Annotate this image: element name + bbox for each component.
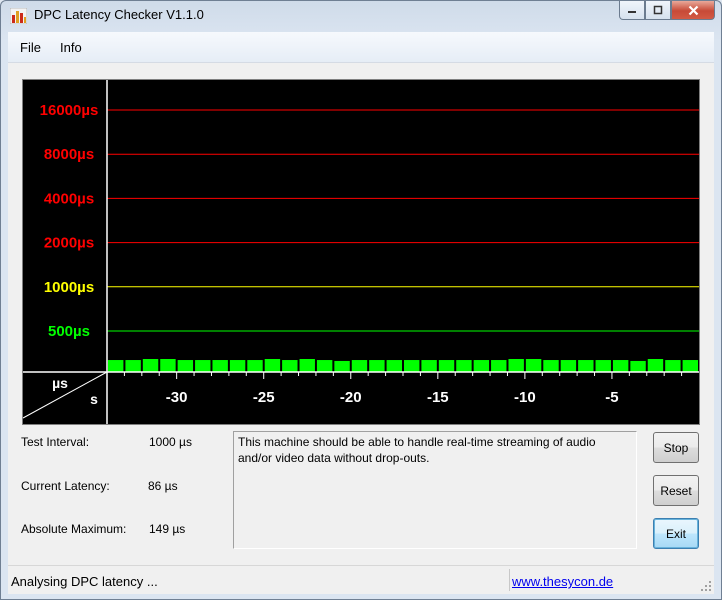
restore-icon xyxy=(653,5,663,15)
latency-bar xyxy=(229,360,246,372)
resize-grip-icon[interactable] xyxy=(700,580,712,592)
status-text: Analysing DPC latency ... xyxy=(11,574,158,589)
absolute-maximum-label: Absolute Maximum: xyxy=(21,522,127,536)
reset-button[interactable]: Reset xyxy=(653,475,699,506)
latency-bar xyxy=(195,360,211,372)
minimize-button[interactable] xyxy=(619,1,645,20)
latency-bar xyxy=(665,360,681,372)
y-level-label: 16000µs xyxy=(40,102,99,119)
latency-bar xyxy=(282,360,298,372)
latency-bar xyxy=(316,360,333,372)
latency-bar xyxy=(508,359,524,372)
y-unit-label: µs xyxy=(52,375,68,391)
menu-file[interactable]: File xyxy=(20,40,41,55)
latency-bar xyxy=(543,360,559,372)
x-tick-label: -15 xyxy=(427,389,449,406)
latency-bar xyxy=(160,359,176,372)
latency-bar xyxy=(125,360,141,372)
latency-bar xyxy=(473,360,490,372)
menu-bar: File Info xyxy=(8,32,714,63)
latency-bar xyxy=(438,360,455,372)
status-message-box: This machine should be able to handle re… xyxy=(233,431,637,549)
latency-bar xyxy=(595,360,611,372)
y-level-label: 4000µs xyxy=(44,190,94,207)
latency-bar xyxy=(525,359,542,372)
latency-bar xyxy=(142,359,159,372)
latency-bar xyxy=(421,360,437,372)
stop-button[interactable]: Stop xyxy=(653,432,699,463)
latency-bar xyxy=(491,360,507,372)
current-latency-label: Current Latency: xyxy=(21,479,110,493)
caption-buttons xyxy=(619,1,715,21)
menu-info[interactable]: Info xyxy=(60,40,82,55)
latency-bar xyxy=(682,360,698,372)
current-latency-value: 86 µs xyxy=(148,479,178,493)
latency-bar xyxy=(177,360,194,372)
x-tick-label: -30 xyxy=(166,389,188,406)
latency-bar xyxy=(299,359,315,372)
latency-graph-canvas: 16000µs 8000µs 4000µs 2000µs 1000µs 500µs -30 -… xyxy=(23,80,699,424)
latency-bar xyxy=(264,359,281,372)
latency-bar xyxy=(630,360,646,372)
latency-bar xyxy=(334,360,350,372)
title-bar[interactable]: DPC Latency Checker V1.1.0 xyxy=(1,1,721,31)
client-area: File Info 16000µs 8000µs 4000µs 2000µs 1000µ… xyxy=(8,32,714,594)
latency-bar xyxy=(647,359,664,372)
y-level-label: 2000µs xyxy=(44,235,94,252)
latency-bar xyxy=(247,360,263,372)
latency-bar xyxy=(212,360,228,372)
x-tick-label: -20 xyxy=(340,389,362,406)
x-tick-label: -5 xyxy=(605,389,618,406)
latency-bar xyxy=(386,360,402,372)
y-level-label: 8000µs xyxy=(44,146,94,163)
minimize-icon xyxy=(628,11,636,13)
latency-bar xyxy=(612,360,629,372)
status-message: This machine should be able to handle re… xyxy=(238,435,596,465)
latency-bar xyxy=(369,360,385,372)
latency-bar xyxy=(108,360,124,372)
x-tick-label: -10 xyxy=(514,389,536,406)
latency-graph: 16000µs 8000µs 4000µs 2000µs 1000µs 500µs -30 -… xyxy=(22,79,700,425)
exit-button[interactable]: Exit xyxy=(653,518,699,549)
y-level-label: 1000µs xyxy=(44,279,94,296)
absolute-maximum-value: 149 µs xyxy=(149,522,186,536)
status-bar: Analysing DPC latency ... www.thesycon.d… xyxy=(8,565,714,594)
website-link[interactable]: www.thesycon.de xyxy=(512,574,613,589)
test-interval-value: 1000 µs xyxy=(149,435,192,449)
latency-bar xyxy=(578,360,594,372)
latency-bar xyxy=(560,360,577,372)
application-window: DPC Latency Checker V1.1.0 File Info 160… xyxy=(0,0,722,600)
restore-button[interactable] xyxy=(645,1,671,20)
test-interval-label: Test Interval: xyxy=(21,435,90,449)
window-title: DPC Latency Checker V1.1.0 xyxy=(34,7,204,22)
latency-bar xyxy=(404,360,420,372)
close-icon xyxy=(688,5,698,15)
bar-graph-app-icon xyxy=(10,8,27,24)
x-unit-label: s xyxy=(90,391,98,407)
x-tick-label: -25 xyxy=(253,389,275,406)
close-button[interactable] xyxy=(671,1,715,20)
latency-bar xyxy=(456,360,472,372)
y-level-label: 500µs xyxy=(48,323,90,340)
latency-bar xyxy=(351,360,368,372)
status-separator xyxy=(509,569,510,591)
